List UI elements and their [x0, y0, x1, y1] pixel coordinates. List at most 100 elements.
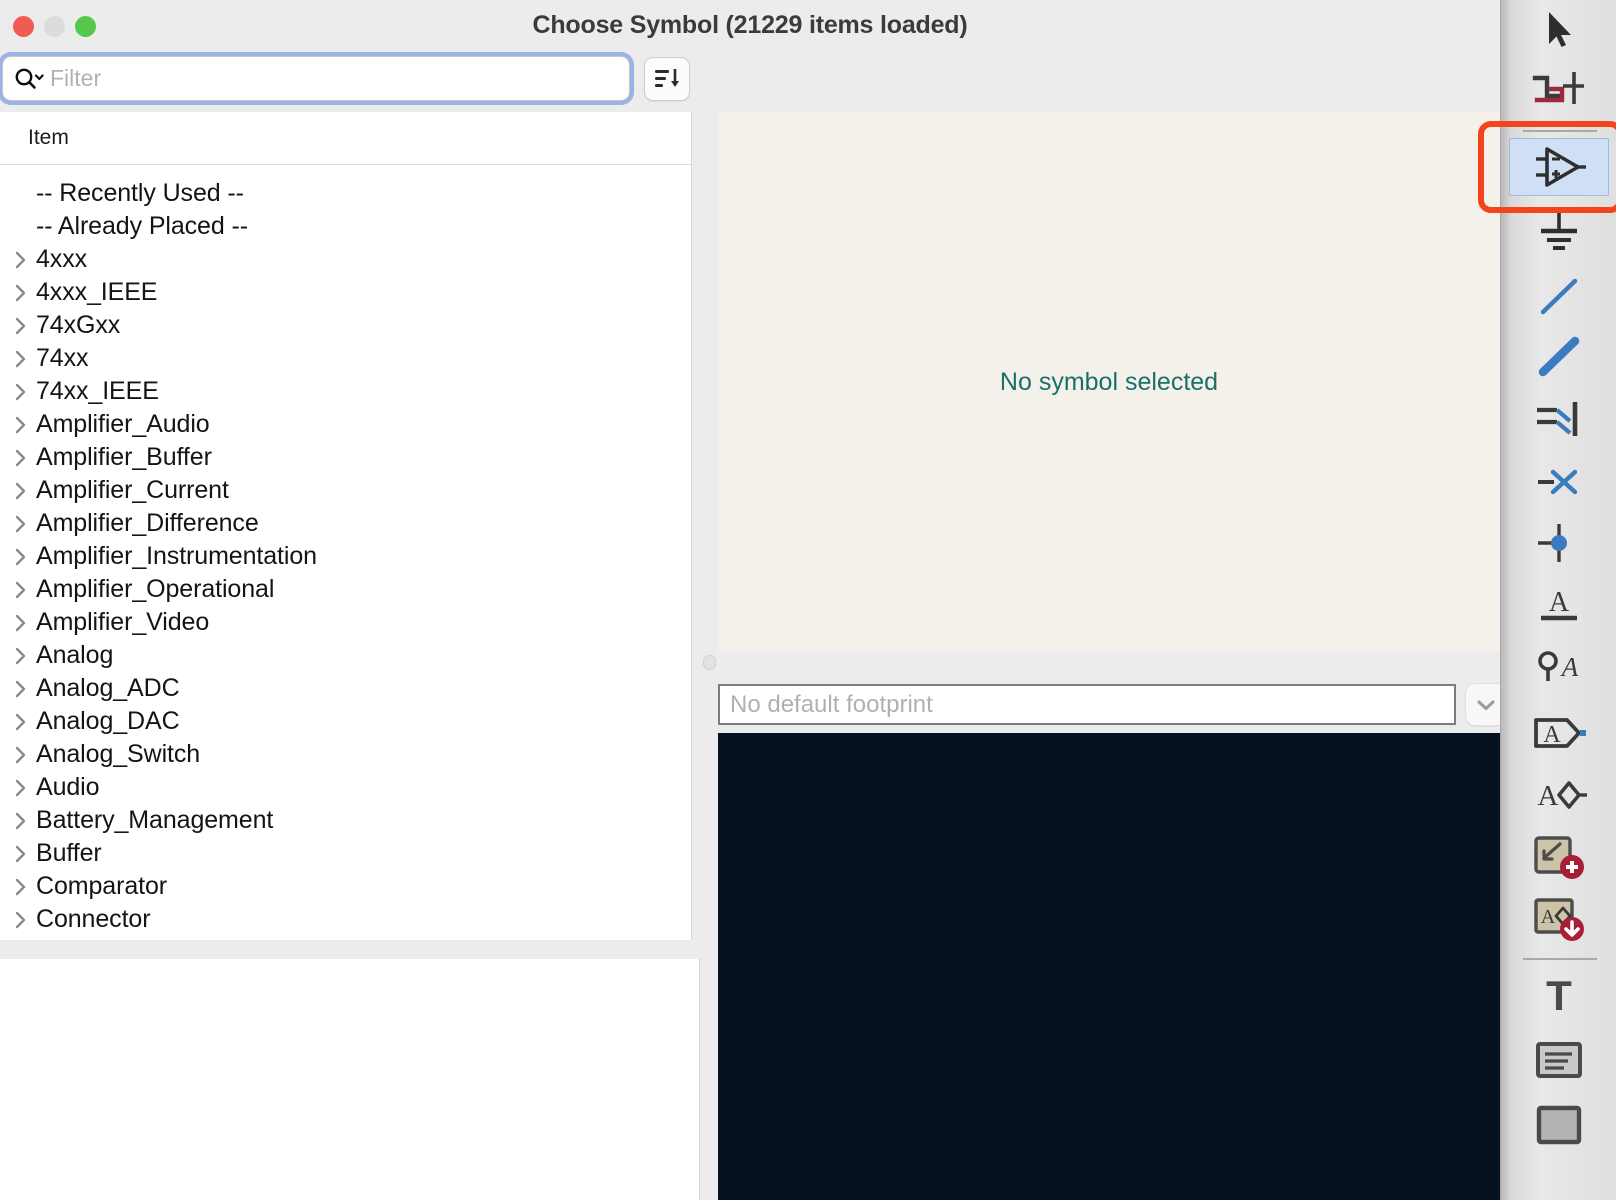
add-net-label-tool[interactable]: A — [1509, 578, 1609, 632]
chevron-right-icon[interactable] — [10, 712, 32, 732]
search-input[interactable] — [50, 63, 629, 94]
schematic-editor-toolbar: A A A A A T — [1500, 0, 1616, 1200]
chevron-right-icon[interactable] — [10, 547, 32, 567]
tree-item-label: Analog_ADC — [36, 674, 180, 702]
draw-rectangle-tool[interactable] — [1509, 1098, 1609, 1152]
tree-item-label: 74xx — [36, 344, 89, 372]
tree-item[interactable]: Connector — [0, 903, 691, 936]
chevron-right-icon[interactable] — [10, 250, 32, 270]
tree-item[interactable]: -- Already Placed -- — [0, 210, 691, 243]
tree-item[interactable]: Analog — [0, 639, 691, 672]
add-text-box-tool[interactable] — [1509, 1033, 1609, 1087]
tree-item[interactable]: Amplifier_Video — [0, 606, 691, 639]
tree-column-header[interactable]: Item — [0, 112, 691, 165]
add-bus-entry-tool[interactable] — [1509, 392, 1609, 446]
tree-item[interactable]: Amplifier_Operational — [0, 573, 691, 606]
add-symbol-tool[interactable] — [1509, 138, 1609, 196]
svg-text:A: A — [1543, 722, 1561, 748]
preview-column: No symbol selected — [700, 112, 1500, 1200]
tree-item[interactable]: Amplifier_Buffer — [0, 441, 691, 474]
tree-item-label: -- Recently Used -- — [36, 179, 244, 207]
tree-item-label: Amplifier_Operational — [36, 575, 275, 603]
chevron-right-icon[interactable] — [10, 613, 32, 633]
tree-item-label: Analog_DAC — [36, 707, 180, 735]
add-hierarchical-label-tool[interactable]: A — [1509, 768, 1609, 822]
symbol-details-pane — [0, 959, 700, 1200]
filter-toolbar — [0, 53, 1500, 108]
symbol-tree-list[interactable]: -- Recently Used -- -- Already Placed -- 4… — [0, 165, 691, 936]
add-text-tool[interactable]: T — [1509, 968, 1609, 1022]
tree-item[interactable]: Analog_Switch — [0, 738, 691, 771]
tree-item[interactable]: Amplifier_Audio — [0, 408, 691, 441]
chevron-right-icon[interactable] — [10, 910, 32, 930]
svg-text:A: A — [1541, 906, 1556, 928]
tree-item[interactable]: 74xx_IEEE — [0, 375, 691, 408]
chevron-right-icon[interactable] — [10, 448, 32, 468]
chevron-right-icon[interactable] — [10, 283, 32, 303]
tree-item[interactable]: Audio — [0, 771, 691, 804]
tree-item[interactable]: -- Recently Used -- — [0, 177, 691, 210]
tree-item-label: Amplifier_Audio — [36, 410, 210, 438]
add-netclass-label-tool[interactable]: A — [1509, 640, 1609, 694]
tree-item-label: Amplifier_Video — [36, 608, 210, 636]
add-power-symbol-tool[interactable] — [1509, 205, 1609, 259]
tree-item-label: 4xxx — [36, 245, 88, 273]
chevron-right-icon[interactable] — [10, 349, 32, 369]
tree-item[interactable]: Comparator — [0, 870, 691, 903]
chevron-right-icon[interactable] — [10, 316, 32, 336]
add-junction-tool[interactable] — [1509, 516, 1609, 570]
chevron-right-icon[interactable] — [10, 481, 32, 501]
symbol-tree-panel[interactable]: Item -- Recently Used -- -- Already Place… — [0, 112, 692, 940]
tree-details-separator[interactable] — [0, 940, 700, 959]
chevron-right-icon[interactable] — [10, 811, 32, 831]
tree-item-label: Amplifier_Instrumentation — [36, 542, 317, 570]
chevron-right-icon[interactable] — [10, 382, 32, 402]
tree-column-header-item: Item — [28, 126, 69, 149]
chevron-right-icon[interactable] — [10, 580, 32, 600]
chevron-right-icon[interactable] — [10, 844, 32, 864]
search-icon[interactable] — [14, 66, 44, 92]
add-no-connect-flag-tool[interactable] — [1509, 455, 1609, 509]
import-sheet-pin-tool[interactable]: A — [1509, 892, 1609, 946]
tree-item-label: Analog — [36, 641, 114, 669]
tree-item[interactable]: 74xx — [0, 342, 691, 375]
add-hierarchical-sheet-tool[interactable] — [1509, 830, 1609, 884]
sort-descending-icon[interactable] — [644, 57, 690, 101]
no-symbol-selected-message: No symbol selected — [999, 367, 1219, 396]
tree-item[interactable]: 74xGxx — [0, 309, 691, 342]
tree-item[interactable]: 4xxx — [0, 243, 691, 276]
select-cursor-tool[interactable] — [1509, 3, 1609, 57]
tree-item[interactable]: Battery_Management — [0, 804, 691, 837]
add-global-label-tool[interactable]: A — [1509, 706, 1609, 760]
add-net-class-directive-tool[interactable] — [1509, 62, 1609, 116]
tree-item[interactable]: Buffer — [0, 837, 691, 870]
footprint-input[interactable] — [718, 684, 1456, 725]
tree-item-label: Buffer — [36, 839, 102, 867]
tree-item[interactable]: Amplifier_Instrumentation — [0, 540, 691, 573]
draw-wire-tool[interactable] — [1509, 270, 1609, 324]
chevron-right-icon[interactable] — [10, 679, 32, 699]
chevron-right-icon[interactable] — [10, 778, 32, 798]
tree-item[interactable]: Analog_DAC — [0, 705, 691, 738]
footprint-preview-canvas[interactable] — [718, 733, 1500, 1200]
tree-item-label: Comparator — [36, 872, 167, 900]
tree-item[interactable]: 4xxx_IEEE — [0, 276, 691, 309]
choose-symbol-dialog: Choose Symbol (21229 items loaded) Filte… — [0, 0, 1500, 1200]
draw-bus-tool[interactable] — [1509, 330, 1609, 384]
chevron-right-icon[interactable] — [10, 415, 32, 435]
tree-item[interactable]: Amplifier_Difference — [0, 507, 691, 540]
chevron-right-icon[interactable] — [10, 514, 32, 534]
search-field-container[interactable] — [2, 56, 630, 101]
tree-item-label: 74xx_IEEE — [36, 377, 159, 405]
panel-splitter-handle[interactable] — [703, 655, 716, 670]
tree-item[interactable]: Amplifier_Current — [0, 474, 691, 507]
chevron-right-icon[interactable] — [10, 745, 32, 765]
chevron-right-icon[interactable] — [10, 646, 32, 666]
chevron-right-icon[interactable] — [10, 877, 32, 897]
chevron-down-icon[interactable] — [1465, 683, 1500, 726]
tree-item-label: Audio — [36, 773, 100, 801]
symbol-preview-canvas[interactable]: No symbol selected — [718, 112, 1500, 652]
tree-item[interactable]: Analog_ADC — [0, 672, 691, 705]
tree-item-label: Battery_Management — [36, 806, 274, 834]
svg-text:T: T — [1546, 972, 1572, 1018]
